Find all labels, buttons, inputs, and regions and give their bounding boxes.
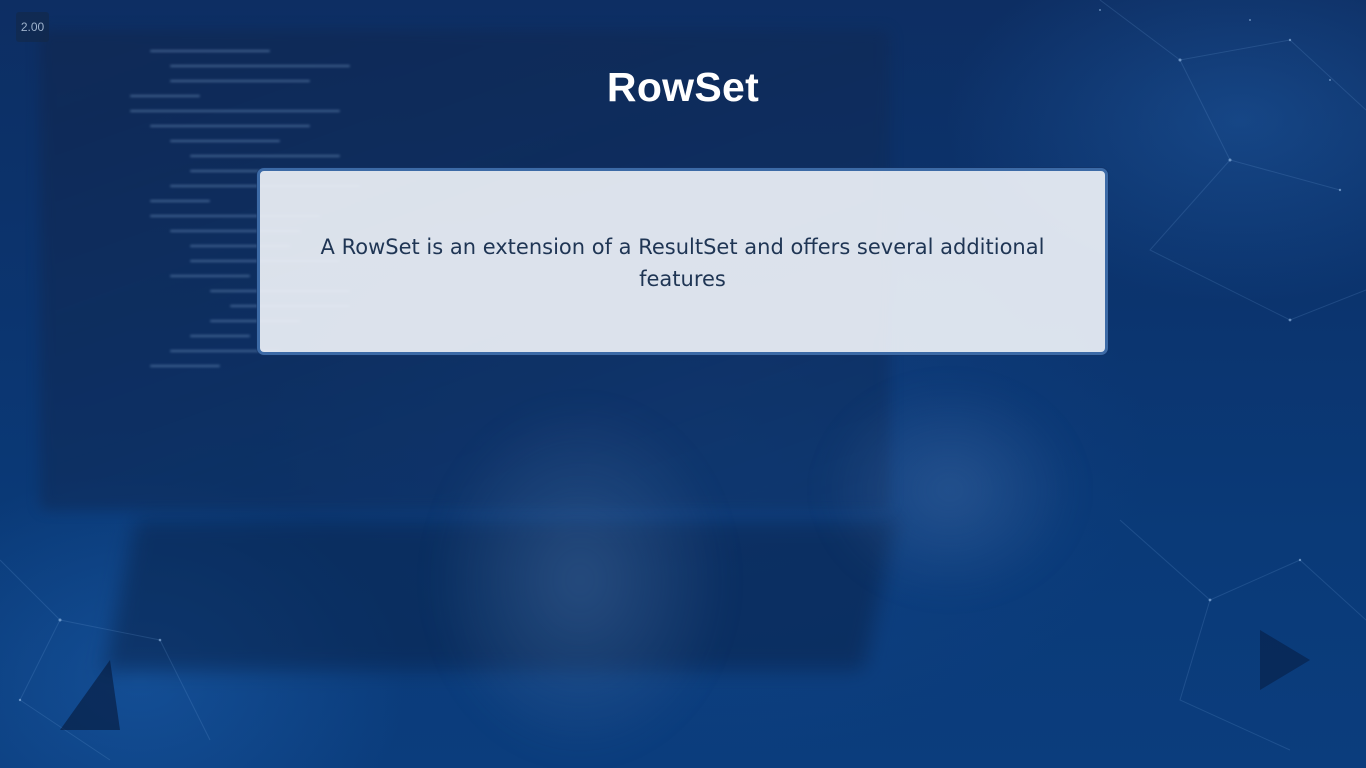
decorative-triangle [1260, 630, 1310, 690]
background-network-lines [0, 0, 1366, 761]
slide-stage: 2.00 RowSet A RowSet is an extension of … [0, 0, 1366, 768]
content-box: A RowSet is an extension of a ResultSet … [257, 168, 1108, 355]
content-text: A RowSet is an extension of a ResultSet … [320, 235, 1045, 291]
slide-title: RowSet [606, 64, 760, 110]
playback-speed-badge[interactable]: 2.00 [16, 12, 49, 42]
decorative-triangle [60, 660, 120, 730]
